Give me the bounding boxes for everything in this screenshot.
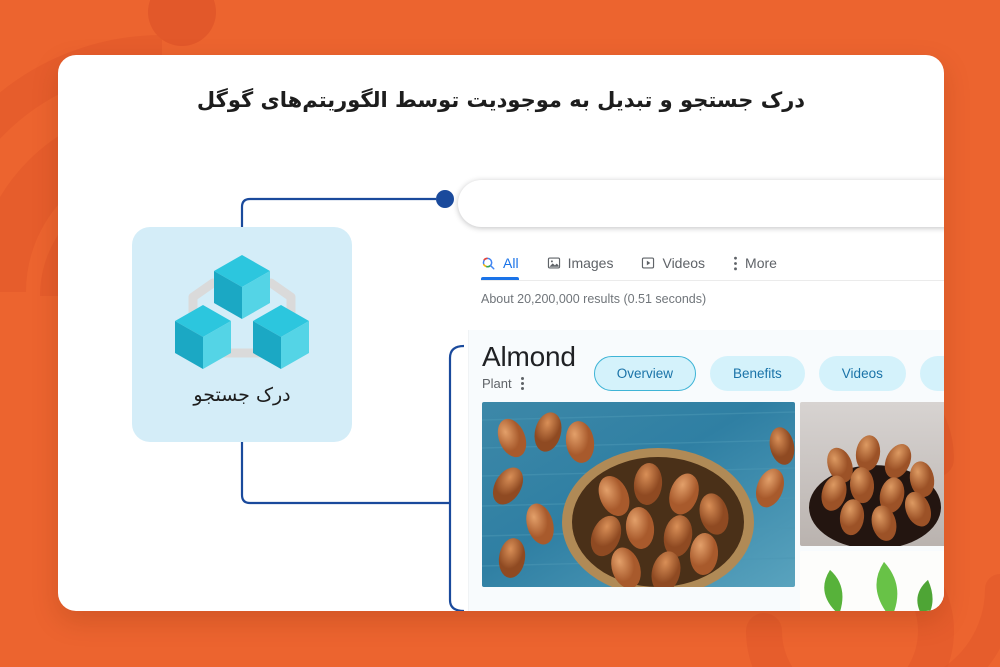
knowledge-panel-titleblock: Almond Plant <box>482 341 576 392</box>
entity-image-secondary[interactable] <box>800 402 944 547</box>
serp-panel: بادام All <box>458 180 944 611</box>
vertical-dots-icon[interactable] <box>520 377 524 391</box>
concept-card-search-understanding[interactable]: درک جستجو <box>132 227 352 442</box>
connector-bottom <box>240 436 450 505</box>
concept-card-label: درک جستجو <box>193 384 291 406</box>
serp-nav-tabs: All Images Videos More <box>481 246 777 280</box>
knowledge-panel-chips: Overview Benefits Videos Nutrition <box>593 356 944 391</box>
cube-top <box>214 255 270 319</box>
knowledge-panel: Almond Plant Overview Benefits Videos Nu… <box>468 330 944 611</box>
tab-all[interactable]: All <box>481 255 519 280</box>
tab-images-label: Images <box>567 255 614 271</box>
google-search-icon <box>481 256 496 271</box>
image-icon <box>547 256 561 270</box>
tab-videos[interactable]: Videos <box>641 255 705 280</box>
knowledge-panel-header: Almond Plant Overview Benefits Videos Nu… <box>482 342 944 391</box>
three-connected-cubes-icon <box>175 255 309 369</box>
entity-image-tertiary[interactable] <box>800 551 944 611</box>
chip-overview[interactable]: Overview <box>593 356 697 391</box>
entity-subline: Plant <box>482 376 576 391</box>
entity-image-primary[interactable] <box>482 402 795 587</box>
chip-videos[interactable]: Videos <box>818 356 906 391</box>
search-anchor-dot <box>436 190 454 208</box>
main-card: درک جستجو و تبدیل به موجودیت توسط الگوری… <box>58 55 944 611</box>
result-count-text: About 20,200,000 results (0.51 seconds) <box>481 292 707 306</box>
tab-images[interactable]: Images <box>547 255 614 280</box>
kebab-menu-icon <box>733 256 738 271</box>
almonds-dark-bowl-photo <box>800 402 944 547</box>
knowledge-panel-images <box>482 402 944 611</box>
almonds-mint-leaves-photo <box>800 551 944 611</box>
video-icon <box>641 256 655 270</box>
search-input[interactable]: بادام <box>458 180 944 227</box>
nav-divider <box>481 280 944 281</box>
entity-image-column <box>800 402 944 611</box>
tab-all-label: All <box>503 255 519 271</box>
chip-benefits[interactable]: Benefits <box>710 356 805 391</box>
entity-type-label: Plant <box>482 376 512 392</box>
cube-left <box>175 305 231 369</box>
cube-right <box>253 305 309 369</box>
almonds-blue-table-photo <box>482 402 795 587</box>
page-title: درک جستجو و تبدیل به موجودیت توسط الگوری… <box>196 88 806 112</box>
chip-nutrition[interactable]: Nutrition <box>919 356 944 391</box>
tab-videos-label: Videos <box>662 255 706 271</box>
tab-more[interactable]: More <box>733 255 777 280</box>
tab-more-label: More <box>745 255 777 271</box>
entity-title: Almond <box>482 341 576 372</box>
